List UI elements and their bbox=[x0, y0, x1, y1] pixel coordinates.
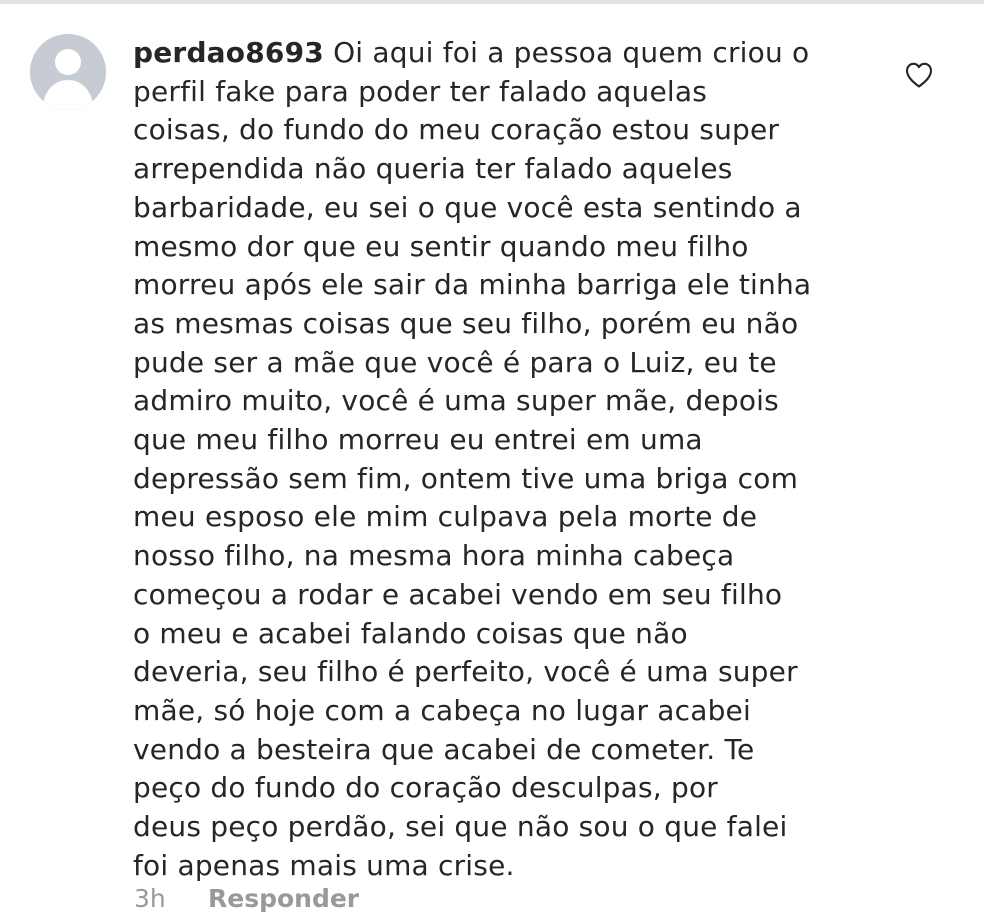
reply-button[interactable]: Responder bbox=[208, 882, 359, 916]
comment: perdao8693 Oi aqui foi a pessoa quem cri… bbox=[0, 0, 984, 916]
avatar[interactable] bbox=[30, 34, 106, 110]
comment-body: perdao8693 Oi aqui foi a pessoa quem cri… bbox=[133, 34, 858, 885]
comment-timestamp: 3h bbox=[134, 884, 166, 913]
default-avatar-icon bbox=[30, 34, 106, 110]
like-button[interactable] bbox=[904, 61, 934, 89]
comment-text: Oi aqui foi a pessoa quem criou o perfil… bbox=[133, 36, 812, 882]
comment-username[interactable]: perdao8693 bbox=[133, 36, 324, 69]
heart-outline-icon bbox=[905, 62, 933, 88]
